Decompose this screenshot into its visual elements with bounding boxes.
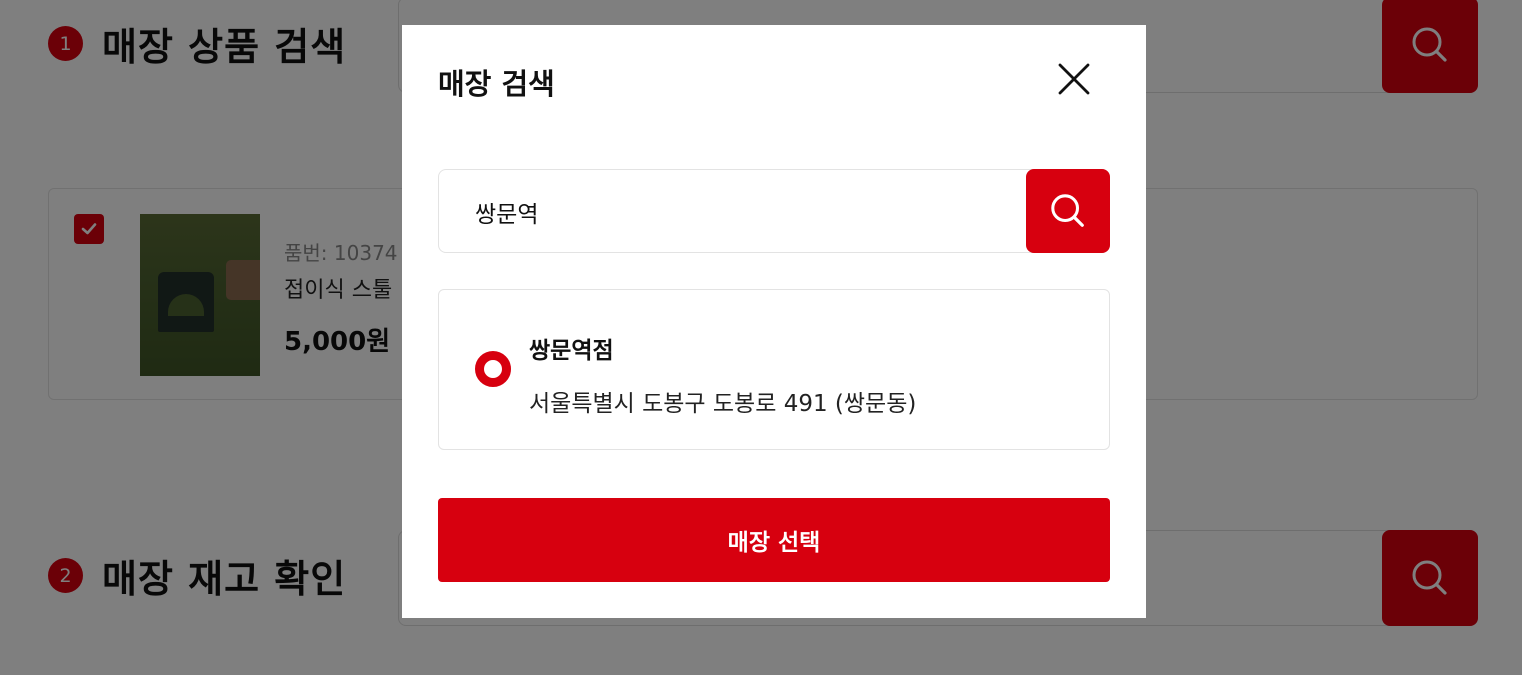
store-search-field — [438, 169, 1110, 253]
page: 1 매장 상품 검색 품번: 10374 접이식 스툴 5,000원 2 매장 … — [0, 0, 1522, 675]
modal-title: 매장 검색 — [438, 67, 555, 101]
close-button[interactable] — [1052, 57, 1096, 101]
store-search-modal: 매장 검색 쌍문역점 서울특별시 도봉구 도봉로 491 (쌍문동) 매장 선택 — [402, 25, 1146, 618]
store-address: 서울특별시 도봉구 도봉로 491 (쌍문동) — [529, 391, 917, 417]
radio-selected-icon[interactable] — [475, 351, 511, 387]
store-search-input[interactable] — [475, 192, 1015, 232]
select-store-button[interactable]: 매장 선택 — [438, 498, 1110, 582]
store-name: 쌍문역점 — [529, 338, 614, 364]
close-icon — [1058, 63, 1090, 95]
search-icon — [1051, 194, 1084, 227]
store-search-button[interactable] — [1026, 169, 1110, 253]
store-result-item[interactable]: 쌍문역점 서울특별시 도봉구 도봉로 491 (쌍문동) — [438, 289, 1110, 450]
